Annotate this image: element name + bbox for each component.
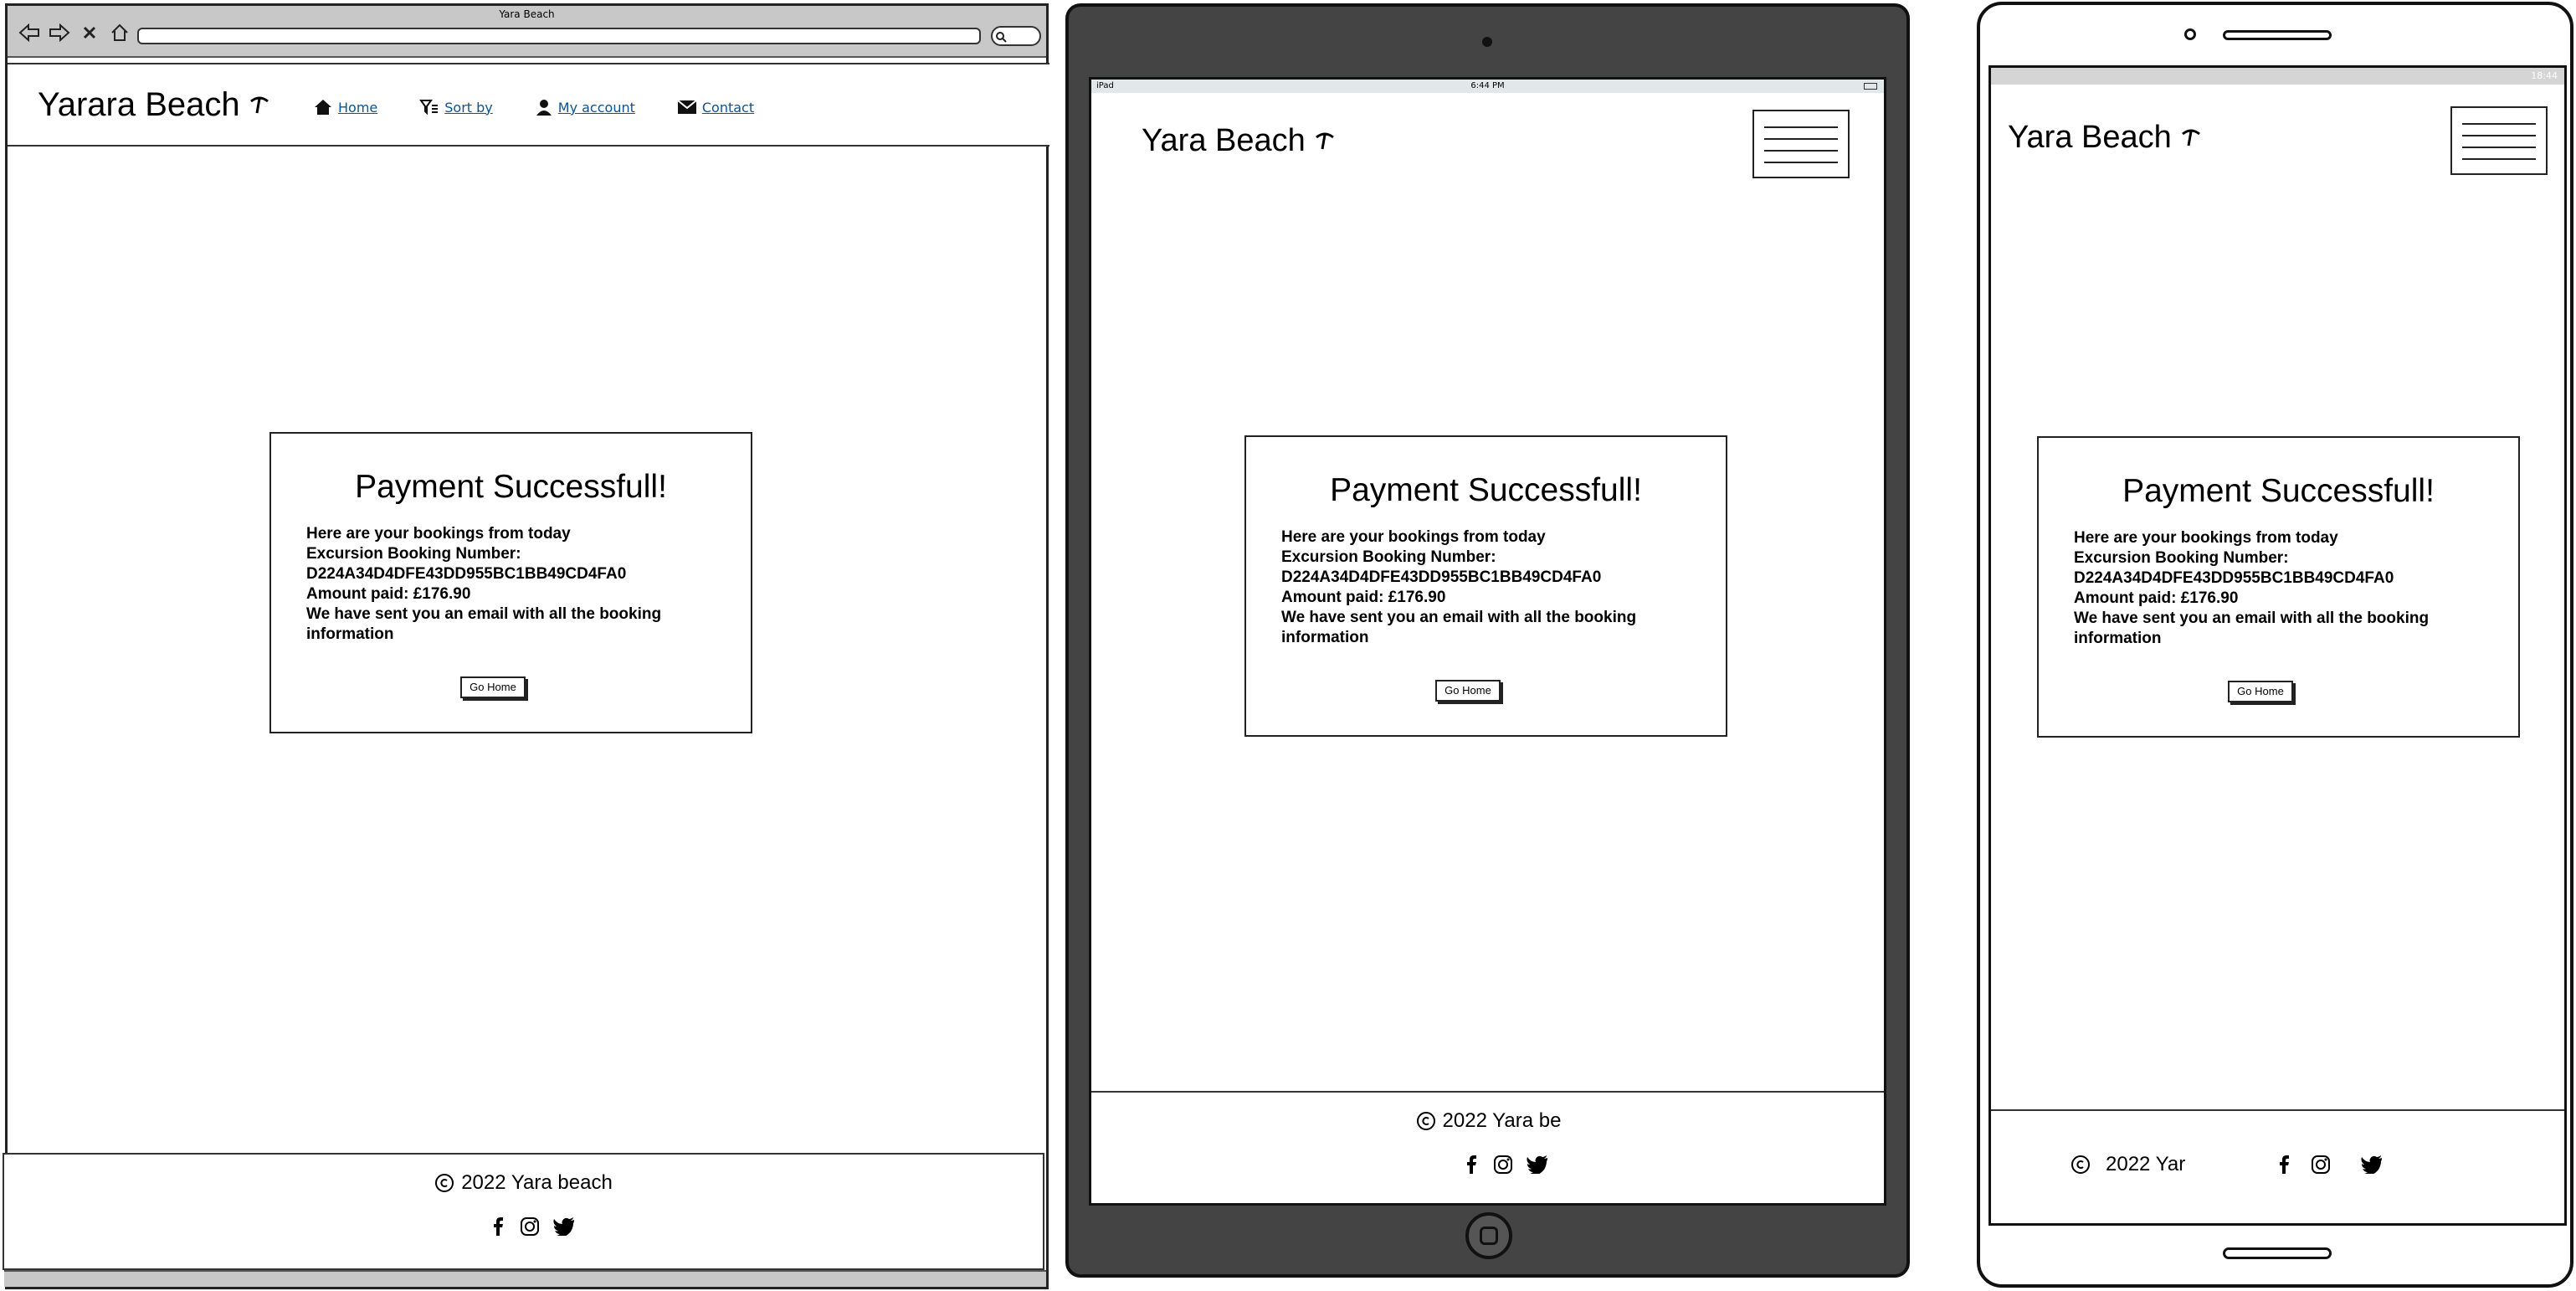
speaker-grille [2223, 30, 2332, 40]
hamburger-menu-button[interactable] [1752, 110, 1850, 178]
address-bar[interactable] [137, 28, 981, 44]
site-logo[interactable]: Yarara Beach [38, 86, 270, 124]
email-sent-text: We have sent you an email with all the b… [306, 605, 662, 643]
payment-success-card: Payment Successfull! Here are your booki… [2037, 436, 2520, 738]
amount-paid-text: Amount paid: £176.90 [2074, 589, 2239, 607]
nav-sort-by[interactable]: Sort by [419, 98, 493, 116]
booking-number-value: D224A34D4DFE43DD955BC1BB49CD4FA0 [1281, 568, 1602, 586]
instagram-icon[interactable] [520, 1216, 540, 1237]
site-logo[interactable]: Yara Beach [1142, 123, 1336, 159]
nav-contact-label: Contact [701, 99, 755, 116]
status-bar: iPad 6:44 PM [1091, 80, 1884, 93]
copyright-icon [2071, 1155, 2090, 1174]
footer-copyright-text: 2022 Yara beach [461, 1171, 613, 1194]
speaker-grille [2223, 1247, 2332, 1259]
nav-my-account-label: My account [557, 99, 635, 116]
site-footer: 2022 Yara be [1091, 1091, 1884, 1203]
nav-home-label: Home [338, 99, 378, 116]
twitter-icon[interactable] [553, 1217, 575, 1236]
palm-tree-icon [2181, 129, 2200, 146]
instagram-icon[interactable] [1493, 1155, 1513, 1175]
payment-success-card: Payment Successfull! Here are your booki… [269, 432, 752, 733]
facebook-icon[interactable] [490, 1216, 506, 1237]
browser-status-bar [4, 1270, 1046, 1287]
device-home-button[interactable] [1465, 1212, 1512, 1259]
copyright-icon [435, 1174, 454, 1192]
home-icon[interactable] [108, 21, 131, 44]
instagram-icon[interactable] [2311, 1155, 2331, 1175]
card-title: Payment Successfull! [355, 469, 667, 505]
card-title: Payment Successfull! [1330, 472, 1642, 508]
tablet-screen: iPad 6:44 PM Yara Beach Payment Successf… [1089, 77, 1886, 1206]
user-icon [536, 100, 552, 116]
filter-icon [419, 100, 439, 116]
amount-paid-text: Amount paid: £176.90 [1281, 589, 1446, 606]
facebook-icon[interactable] [2276, 1155, 2292, 1175]
back-arrow-icon[interactable] [18, 21, 41, 44]
facebook-icon[interactable] [1463, 1155, 1480, 1175]
site-header: Yarara Beach Home Sort by My account Con… [8, 63, 1049, 147]
amount-paid-text: Amount paid: £176.90 [306, 585, 471, 603]
status-time: 6:44 PM [1470, 81, 1505, 90]
booking-number-label: Excursion Booking Number: [2074, 549, 2289, 567]
booking-number-value: D224A34D4DFE43DD955BC1BB49CD4FA0 [306, 565, 627, 583]
status-bar: 18:44 [1991, 68, 2564, 85]
nav-contact[interactable]: Contact [677, 100, 754, 116]
site-footer: 2022 Yara beach [3, 1153, 1044, 1270]
palm-tree-icon [249, 96, 269, 113]
tablet-mockup: iPad 6:44 PM Yara Beach Payment Successf… [1065, 3, 1910, 1278]
go-home-button[interactable]: Go Home [2228, 681, 2293, 702]
phone-mockup: 18:44 Yara Beach Payment Successfull! He… [1977, 2, 2573, 1288]
booking-number-label: Excursion Booking Number: [1281, 548, 1496, 566]
booking-number-label: Excursion Booking Number: [306, 545, 521, 563]
home-icon [315, 100, 331, 115]
go-home-button[interactable]: Go Home [460, 676, 526, 698]
site-footer: 2022 Yar [1991, 1109, 2564, 1223]
email-sent-text: We have sent you an email with all the b… [2074, 609, 2430, 647]
email-sent-text: We have sent you an email with all the b… [1281, 609, 1637, 646]
go-home-button[interactable]: Go Home [1435, 680, 1501, 702]
payment-success-card: Payment Successfull! Here are your booki… [1244, 435, 1727, 737]
bookings-intro-text: Here are your bookings from today [1281, 528, 1546, 546]
booking-number-value: D224A34D4DFE43DD955BC1BB49CD4FA0 [2074, 569, 2394, 587]
nav-my-account[interactable]: My account [535, 98, 635, 116]
logo-text: Yarara Beach [38, 86, 240, 123]
bookings-intro-text: Here are your bookings from today [2074, 529, 2338, 547]
palm-tree-icon [1315, 132, 1334, 149]
browser-chrome: Yara Beach [8, 6, 1046, 58]
envelope-icon [677, 100, 697, 114]
camera-icon [2184, 28, 2196, 40]
status-time: 18:44 [2531, 70, 2558, 81]
camera-icon [1482, 37, 1492, 47]
twitter-icon[interactable] [1527, 1155, 1548, 1174]
logo-text: Yara Beach [2008, 120, 2172, 155]
footer-copyright-text: 2022 Yar [2106, 1153, 2186, 1175]
search-icon [996, 32, 1007, 43]
hamburger-menu-button[interactable] [2450, 106, 2548, 175]
phone-screen: 18:44 Yara Beach Payment Successfull! He… [1988, 65, 2567, 1226]
battery-icon [1864, 83, 1877, 90]
nav-home[interactable]: Home [313, 98, 377, 116]
window-title: Yara Beach [499, 8, 555, 20]
nav-sort-by-label: Sort by [444, 99, 493, 116]
footer-copyright-text: 2022 Yara be [1442, 1109, 1562, 1132]
logo-text: Yara Beach [1142, 123, 1306, 158]
site-logo[interactable]: Yara Beach [2008, 120, 2202, 156]
browser-search-field[interactable] [991, 26, 1041, 46]
card-title: Payment Successfull! [2122, 473, 2435, 509]
copyright-icon [1416, 1112, 1435, 1130]
desktop-browser-mockup: Yara Beach Yarara Beach Home Sort by My … [3, 3, 1049, 1289]
close-icon[interactable] [78, 21, 101, 44]
main-nav: Home Sort by My account Contact [313, 98, 796, 116]
bookings-intro-text: Here are your bookings from today [306, 525, 571, 543]
twitter-icon[interactable] [2361, 1155, 2383, 1174]
forward-arrow-icon[interactable] [48, 21, 71, 44]
